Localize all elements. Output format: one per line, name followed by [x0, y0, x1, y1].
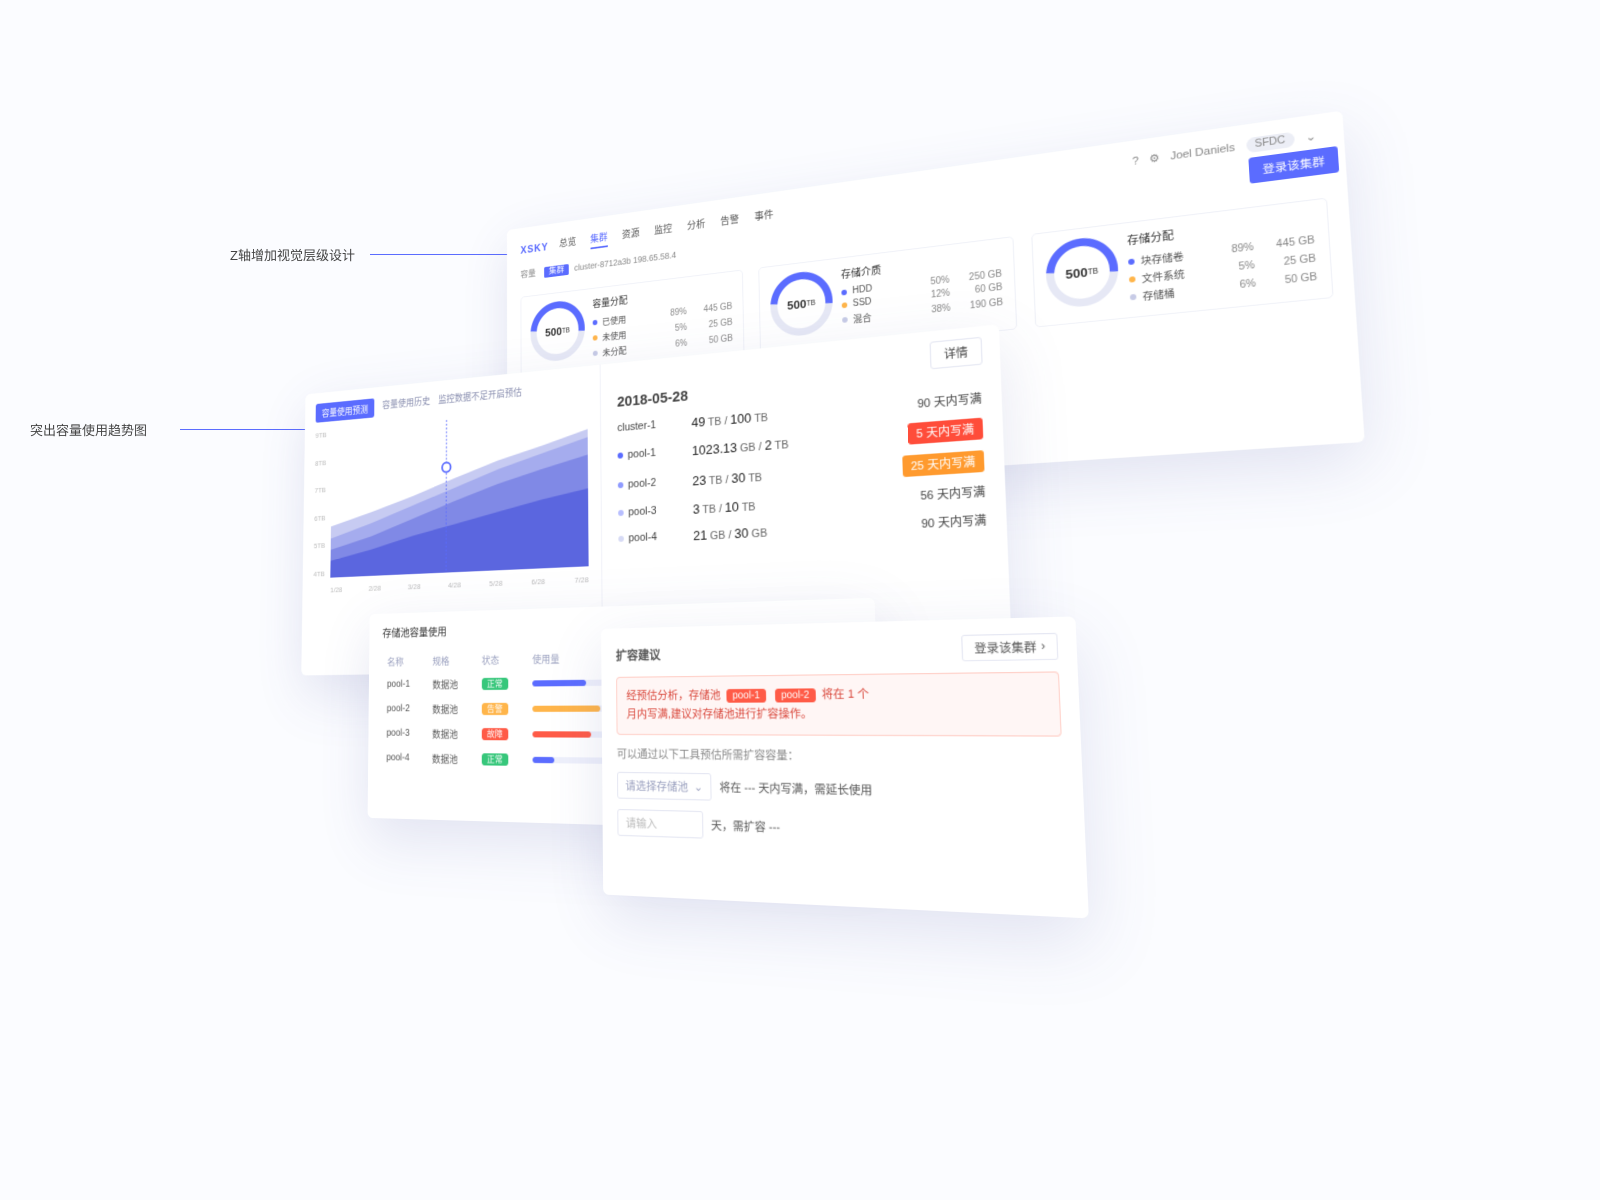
area-svg	[330, 407, 588, 577]
status-badge: 告警	[482, 703, 508, 715]
stage: XSKY 总览集群资源监控分析告警事件 ? ⚙ Joel Daniels SFD…	[280, 140, 1360, 960]
annotation-label: 突出容量使用趋势图	[30, 423, 147, 438]
breadcrumb-cluster: cluster-8712a3b 198.65.58.4	[574, 251, 676, 274]
donut-card: 500TB存储分配块存储卷89%445 GB文件系统5%25 GB存储桶6%50…	[1031, 197, 1334, 327]
status-badge: 故障	[482, 728, 508, 740]
org-badge[interactable]: SFDC	[1246, 132, 1295, 154]
donut-icon: 500TB	[530, 298, 585, 363]
status-badge: 正常	[482, 753, 509, 765]
tool-hint: 可以通过以下工具预估所需扩容容量：	[617, 745, 1063, 767]
nav-item[interactable]: 分析	[687, 217, 706, 237]
cluster-name: cluster-1	[617, 417, 682, 434]
nav-item[interactable]: 集群	[590, 230, 607, 249]
annotation-trend: 突出容量使用趋势图	[30, 420, 147, 439]
tab-history[interactable]: 容量使用历史	[382, 393, 430, 417]
detail-button[interactable]: 详情	[930, 337, 983, 370]
cluster-size: 49 TB / 100 TB	[691, 399, 874, 429]
pool-select[interactable]: 请选择存储池 ⌄	[617, 772, 712, 801]
status-badge: 正常	[482, 678, 508, 690]
pool-name: pool-1	[618, 445, 683, 462]
breadcrumb-section: 容量	[521, 269, 536, 280]
pool-predict: 90 天内写满	[888, 511, 987, 533]
breadcrumb-tag: 集群	[544, 264, 569, 278]
donut-icon: 500TB	[770, 268, 834, 338]
logo: XSKY	[520, 241, 548, 256]
alert-pool-2: pool-2	[775, 688, 816, 702]
pool-name: pool-3	[618, 503, 683, 519]
chevron-down-icon[interactable]: ⌄	[1305, 130, 1316, 145]
nav-item[interactable]: 事件	[754, 207, 773, 227]
nav-item[interactable]: 总览	[559, 234, 576, 253]
user-name[interactable]: Joel Daniels	[1170, 141, 1235, 162]
donut-icon: 500TB	[1045, 234, 1120, 310]
cluster-predict: 90 天内写满	[885, 390, 982, 415]
pool-size: 21 GB / 30 GB	[693, 518, 878, 543]
pool-name: pool-4	[618, 530, 683, 545]
nav-item[interactable]: 告警	[720, 212, 739, 232]
area-chart: 9TB8TB7TB6TB5TB4TB 1/282/283/284/285/286…	[313, 407, 589, 594]
result-text: 天，需扩容 ---	[711, 817, 780, 836]
pool-predict: 56 天内写满	[887, 483, 985, 506]
layer-suggestion: 扩容建议 登录该集群› 经预估分析，存储池 pool-1 pool-2 将在 1…	[601, 616, 1089, 918]
suggestion-title: 扩容建议	[616, 645, 661, 663]
login-cluster-link[interactable]: 登录该集群›	[961, 633, 1058, 662]
pool-predict: 25 天内写满	[886, 450, 984, 478]
gear-icon[interactable]: ⚙	[1149, 151, 1160, 165]
nav-item[interactable]: 资源	[622, 226, 640, 245]
help-icon[interactable]: ?	[1132, 155, 1139, 167]
tab-forecast[interactable]: 容量使用预测	[316, 398, 375, 422]
chevron-down-icon: ⌄	[694, 780, 703, 794]
alert-box: 经预估分析，存储池 pool-1 pool-2 将在 1 个 月内写满,建议对存…	[616, 671, 1062, 736]
pool-predict: 5 天内写满	[885, 418, 983, 447]
pool-name: pool-2	[618, 475, 683, 491]
alert-pool-1: pool-1	[726, 689, 766, 703]
days-input[interactable]: 请输入	[617, 809, 703, 839]
pool-size: 1023.13 GB / 2 TB	[692, 429, 876, 458]
predict-text: 将在 --- 天内写满，需延长使用	[719, 779, 872, 799]
chevron-right-icon: ›	[1041, 640, 1046, 654]
nav-item[interactable]: 监控	[654, 221, 672, 241]
pool-size: 3 TB / 10 TB	[693, 490, 878, 516]
tab-insufficient[interactable]: 监控数据不足开启预估	[438, 384, 522, 412]
pool-size: 23 TB / 30 TB	[692, 460, 876, 488]
